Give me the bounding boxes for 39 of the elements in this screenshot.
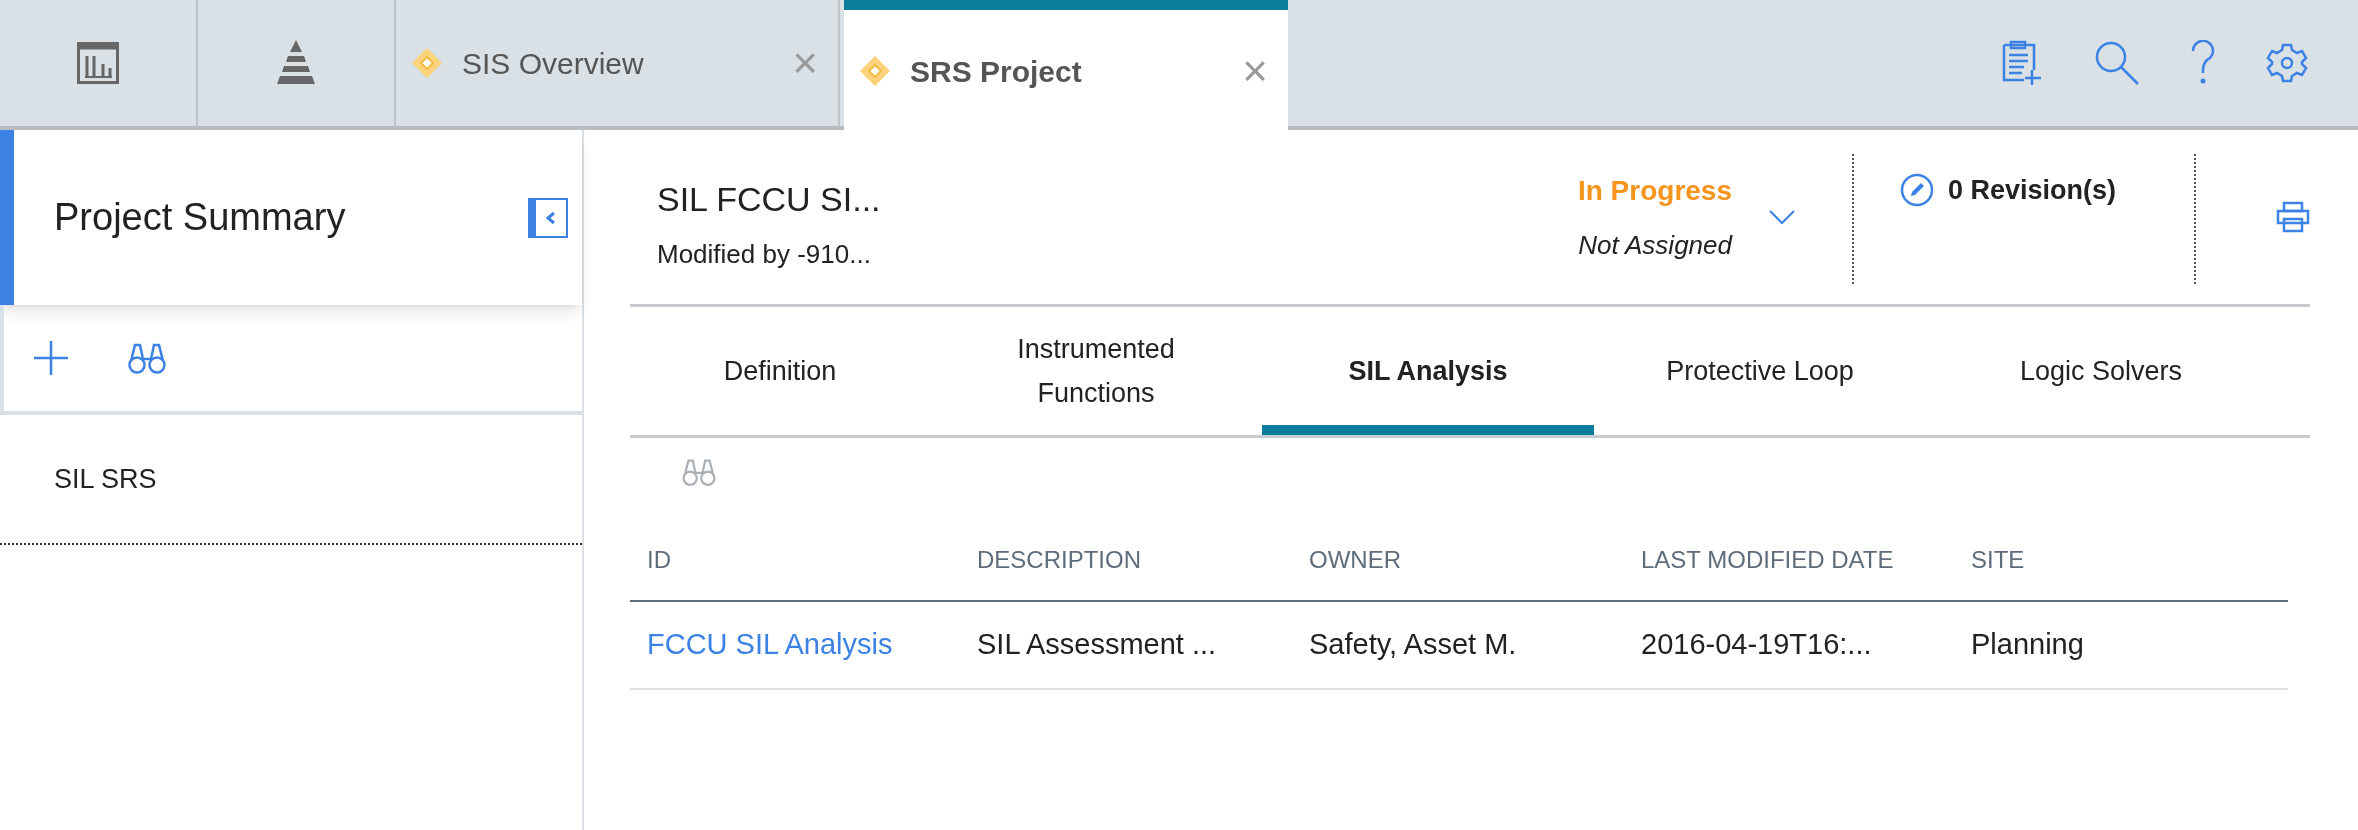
settings-icon[interactable] bbox=[2266, 42, 2308, 84]
table-cell-text: 2016-04-19T16:... bbox=[1640, 627, 1873, 663]
binoculars-icon[interactable] bbox=[682, 457, 716, 487]
column-header: LAST MODIFIED DATE bbox=[1640, 545, 1895, 575]
column-header: SITE bbox=[1970, 545, 2026, 575]
report-chart-icon bbox=[77, 42, 119, 84]
add-icon[interactable] bbox=[34, 341, 68, 375]
binoculars-icon[interactable] bbox=[128, 341, 166, 375]
chevron-down-icon[interactable] bbox=[1768, 209, 1796, 225]
printer-icon[interactable] bbox=[2276, 201, 2310, 233]
chevron-left-icon bbox=[544, 210, 558, 225]
collapse-button[interactable] bbox=[528, 197, 568, 238]
tab-label: SIS Overview bbox=[462, 45, 645, 82]
sidebar-title: Project Summary bbox=[54, 195, 347, 240]
document-tab[interactable]: SRS Project × bbox=[844, 0, 1288, 132]
search-icon[interactable] bbox=[2094, 40, 2140, 86]
modified-by-text: Modified by -910... bbox=[657, 238, 872, 271]
revisions-text[interactable]: 0 Revision(s) bbox=[1948, 170, 2117, 211]
record-link[interactable]: FCCU SIL Analysis bbox=[630, 623, 960, 667]
pencil-icon[interactable] bbox=[1900, 173, 1934, 208]
table-cell-text: Planning bbox=[1970, 627, 2085, 663]
diamond-icon bbox=[410, 46, 444, 80]
column-header: ID bbox=[646, 545, 672, 575]
table-cell-text: SIL Assessment ... bbox=[976, 627, 1218, 663]
column-header: OWNER bbox=[1308, 545, 1402, 575]
assignee-text: Not Assigned bbox=[1578, 228, 1732, 262]
help-icon[interactable] bbox=[2190, 40, 2216, 86]
tab-label: SRS Project bbox=[910, 53, 1083, 90]
clipboard-add-icon[interactable] bbox=[2000, 40, 2044, 86]
table-cell-text: Safety, Asset M. bbox=[1308, 627, 1518, 663]
tab[interactable]: Definition bbox=[630, 307, 930, 435]
status-text: In Progress bbox=[1577, 173, 1732, 208]
tab[interactable]: Protective Loop bbox=[1594, 307, 1926, 435]
tab[interactable]: Instrumented Functions bbox=[930, 307, 1262, 435]
record-title: SIL FCCU SI... bbox=[657, 179, 882, 220]
diamond-icon bbox=[858, 54, 892, 88]
tab[interactable]: Logic Solvers bbox=[1926, 307, 2276, 435]
tab[interactable]: SIL Analysis bbox=[1262, 307, 1594, 435]
column-header: DESCRIPTION bbox=[976, 545, 1142, 575]
